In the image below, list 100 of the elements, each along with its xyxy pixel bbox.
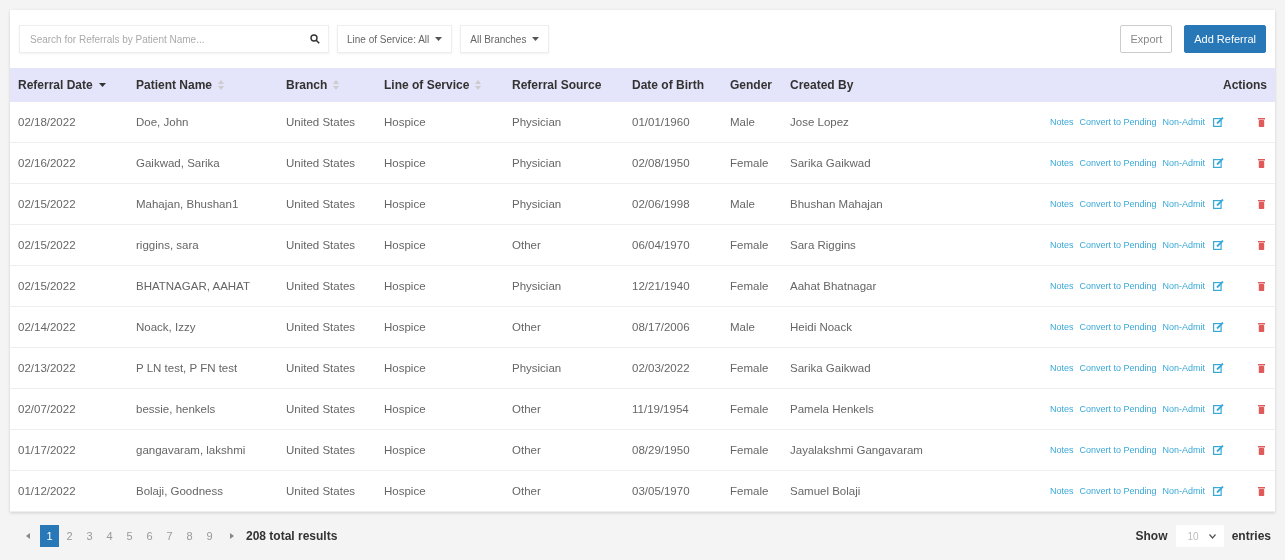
action-link[interactable]: Notes: [1049, 240, 1074, 250]
column-header[interactable]: Actions: [1223, 78, 1267, 92]
action-link[interactable]: Notes: [1049, 363, 1074, 373]
action-link[interactable]: Non-Admit: [1162, 240, 1205, 250]
page-button[interactable]: 2: [60, 525, 79, 547]
action-link[interactable]: Notes: [1049, 117, 1074, 127]
table-cell: 02/16/2022: [18, 157, 76, 169]
edit-icon[interactable]: [1213, 281, 1224, 291]
table-cell: 11/19/1954: [632, 403, 689, 415]
caret-icon: [435, 37, 443, 41]
action-link[interactable]: Non-Admit: [1162, 322, 1205, 332]
action-link[interactable]: Notes: [1049, 158, 1074, 168]
table-cell: 02/07/2022: [18, 403, 76, 415]
action-link[interactable]: Non-Admit: [1162, 199, 1205, 209]
add-button[interactable]: Add Referral: [1184, 25, 1266, 53]
action-link[interactable]: Non-Admit: [1162, 404, 1205, 414]
table-cell: Pamela Henkels: [790, 403, 874, 415]
page-button[interactable]: 7: [160, 525, 179, 547]
filter-dropdown[interactable]: All Branches: [460, 25, 550, 53]
trash-icon[interactable]: [1258, 322, 1265, 332]
action-link[interactable]: Non-Admit: [1162, 363, 1205, 373]
action-link[interactable]: Convert to Pending: [1079, 404, 1157, 414]
trash-icon[interactable]: [1258, 363, 1265, 373]
action-link[interactable]: Non-Admit: [1162, 117, 1205, 127]
table-cell: gangavaram, lakshmi: [136, 444, 246, 456]
table-cell: Female: [730, 157, 769, 169]
page-button[interactable]: 5: [120, 525, 139, 547]
table-cell: Bhushan Mahajan: [790, 198, 883, 210]
export-button[interactable]: Export: [1120, 25, 1173, 53]
column-header[interactable]: Referral Date: [18, 78, 93, 92]
filter-dropdown[interactable]: Line of Service: All: [337, 25, 453, 53]
table-cell: Other: [512, 403, 541, 415]
table-cell: 02/15/2022: [18, 198, 76, 210]
total-results: 208 total results: [246, 529, 338, 543]
trash-icon[interactable]: [1258, 158, 1265, 168]
column-header[interactable]: Gender: [730, 78, 772, 92]
table-cell: P LN test, P FN test: [136, 362, 238, 374]
action-link[interactable]: Non-Admit: [1162, 158, 1205, 168]
table-cell: 12/21/1940: [632, 280, 690, 292]
action-link[interactable]: Convert to Pending: [1079, 322, 1157, 332]
action-link[interactable]: Non-Admit: [1162, 281, 1205, 291]
edit-icon[interactable]: [1213, 117, 1224, 127]
action-link[interactable]: Notes: [1049, 445, 1074, 455]
page-size-select[interactable]: 10: [1175, 525, 1224, 547]
search-field[interactable]: Search for Referrals by Patient Name...: [19, 25, 329, 53]
edit-icon[interactable]: [1213, 199, 1224, 209]
table-cell: Noack, Izzy: [136, 321, 196, 333]
action-link[interactable]: Notes: [1049, 404, 1074, 414]
table-cell: Physician: [512, 362, 562, 374]
column-header[interactable]: Referral Source: [512, 78, 602, 92]
page-button[interactable]: 4: [100, 525, 119, 547]
action-link[interactable]: Notes: [1049, 486, 1074, 496]
page-button[interactable]: 6: [140, 525, 159, 547]
column-header[interactable]: Branch: [286, 78, 328, 92]
edit-icon[interactable]: [1213, 486, 1224, 496]
column-header[interactable]: Date of Birth: [632, 78, 704, 92]
trash-icon[interactable]: [1258, 486, 1265, 496]
action-link[interactable]: Notes: [1049, 199, 1074, 209]
edit-icon[interactable]: [1213, 322, 1224, 332]
edit-icon[interactable]: [1213, 404, 1224, 414]
table-cell: Jayalakshmi Gangavaram: [790, 444, 923, 456]
trash-icon[interactable]: [1258, 199, 1265, 209]
sort-descending-icon[interactable]: [98, 83, 106, 87]
column-header[interactable]: Line of Service: [384, 78, 470, 92]
action-link[interactable]: Convert to Pending: [1079, 158, 1157, 168]
action-link[interactable]: Convert to Pending: [1079, 281, 1157, 291]
column-header[interactable]: Patient Name: [136, 78, 213, 92]
edit-icon[interactable]: [1213, 363, 1224, 373]
table-cell: Samuel Bolaji: [790, 485, 861, 497]
page-button[interactable]: 3: [80, 525, 99, 547]
action-link[interactable]: Convert to Pending: [1079, 445, 1157, 455]
action-link[interactable]: Notes: [1049, 322, 1074, 332]
page-button[interactable]: 1: [40, 525, 59, 547]
page-button[interactable]: 8: [180, 525, 199, 547]
action-link[interactable]: Non-Admit: [1162, 486, 1205, 496]
action-link[interactable]: Non-Admit: [1162, 445, 1205, 455]
table-cell: United States: [286, 485, 356, 497]
action-link[interactable]: Convert to Pending: [1079, 363, 1157, 373]
table-cell: Female: [730, 485, 769, 497]
show-label: Show: [1135, 529, 1168, 543]
action-link[interactable]: Convert to Pending: [1079, 240, 1157, 250]
trash-icon[interactable]: [1258, 117, 1265, 127]
action-link[interactable]: Convert to Pending: [1079, 199, 1157, 209]
trash-icon[interactable]: [1258, 445, 1265, 455]
previous-page-icon[interactable]: [26, 533, 30, 539]
edit-icon[interactable]: [1213, 445, 1224, 455]
column-header[interactable]: Created By: [790, 78, 854, 92]
entries-label: entries: [1231, 529, 1271, 543]
trash-icon[interactable]: [1258, 404, 1265, 414]
table-cell: United States: [286, 403, 356, 415]
next-page-icon[interactable]: [230, 533, 234, 539]
action-link[interactable]: Convert to Pending: [1079, 117, 1157, 127]
trash-icon[interactable]: [1258, 281, 1265, 291]
action-link[interactable]: Convert to Pending: [1079, 486, 1157, 496]
trash-icon[interactable]: [1258, 240, 1265, 250]
page-button[interactable]: 9: [200, 525, 219, 547]
edit-icon[interactable]: [1213, 158, 1224, 168]
action-link[interactable]: Notes: [1049, 281, 1074, 291]
table-cell: Hospice: [384, 444, 426, 456]
edit-icon[interactable]: [1213, 240, 1224, 250]
